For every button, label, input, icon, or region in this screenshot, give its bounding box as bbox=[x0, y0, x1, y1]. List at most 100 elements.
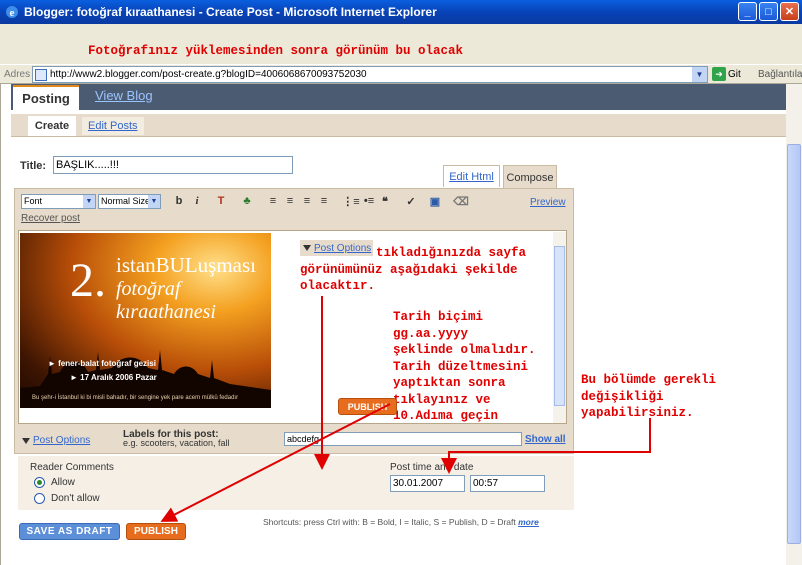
address-url: http://www2.blogger.com/post-create.g?bl… bbox=[50, 69, 367, 80]
save-as-draft-button[interactable]: SAVE AS DRAFT bbox=[19, 523, 120, 540]
text-color-icon[interactable]: T bbox=[214, 195, 228, 207]
remove-formatting-icon[interactable]: ⌫ bbox=[453, 195, 469, 208]
align-right-icon[interactable]: ≡ bbox=[300, 195, 314, 207]
image-bullet2: ► 17 Aralık 2006 Pazar bbox=[70, 373, 157, 382]
annotation-line: gg.aa.yyyy bbox=[393, 326, 469, 341]
numbered-list-icon[interactable]: ⋮≡ bbox=[342, 195, 360, 208]
window-controls: _ □ ✕ bbox=[738, 2, 799, 21]
annotation-line: görünümünüz aşağıdaki şekilde bbox=[300, 262, 518, 277]
minimize-button[interactable]: _ bbox=[738, 2, 757, 21]
address-label: Adres bbox=[4, 69, 31, 80]
annotation-line: Bu bölümde gerekli bbox=[581, 373, 717, 387]
image-title-line1: istanBULuşması bbox=[116, 253, 256, 277]
internet-explorer-icon: e bbox=[6, 6, 18, 19]
chevron-down-icon: ▼ bbox=[83, 195, 95, 208]
chevron-down-icon: ▼ bbox=[148, 195, 160, 208]
svg-text:e: e bbox=[10, 7, 15, 19]
image-number-text: 2. bbox=[70, 254, 106, 307]
italic-icon[interactable]: i bbox=[190, 195, 204, 207]
chevron-down-icon[interactable]: ▼ bbox=[692, 67, 707, 82]
scrollbar-thumb[interactable] bbox=[787, 144, 801, 544]
spellcheck-icon[interactable]: ✓ bbox=[404, 195, 418, 208]
allow-radio[interactable] bbox=[34, 477, 45, 488]
preview-link[interactable]: Preview bbox=[530, 197, 566, 208]
post-date-input[interactable] bbox=[390, 475, 465, 492]
maximize-button[interactable]: □ bbox=[759, 2, 778, 21]
size-select-value: Normal Size bbox=[101, 196, 151, 206]
image-bullet2-text: 17 Aralık 2006 Pazar bbox=[80, 373, 157, 382]
subtab-create[interactable]: Create bbox=[28, 116, 76, 136]
tab-edit-html[interactable]: Edit Html bbox=[443, 165, 500, 187]
editor-scrollbar[interactable] bbox=[553, 232, 566, 423]
recover-post-link[interactable]: Recover post bbox=[21, 213, 80, 224]
post-options-toggle-top[interactable]: Post Options bbox=[300, 240, 373, 256]
annotation-line: şeklinde olmalıdır. bbox=[393, 343, 536, 357]
link-icon[interactable]: ♣ bbox=[240, 195, 254, 207]
labels-hint: e.g. scooters, vacation, fall bbox=[123, 438, 230, 448]
justify-icon[interactable]: ≡ bbox=[317, 195, 331, 207]
editor-scrollbar-thumb[interactable] bbox=[554, 246, 565, 406]
tab-view-blog[interactable]: View Blog bbox=[95, 88, 153, 103]
window-title: Blogger: fotoğraf kıraathanesi - Create … bbox=[24, 5, 437, 19]
post-options-label: Post Options bbox=[314, 242, 372, 254]
reader-comments-label: Reader Comments bbox=[30, 462, 114, 473]
show-all-link[interactable]: Show all bbox=[525, 434, 566, 445]
close-button[interactable]: ✕ bbox=[780, 2, 799, 21]
divider bbox=[11, 136, 786, 137]
address-input[interactable]: http://www2.blogger.com/post-create.g?bl… bbox=[32, 66, 708, 83]
shortcuts-text: Shortcuts: press Ctrl with: B = Bold, I … bbox=[263, 517, 516, 527]
tab-posting[interactable]: Posting bbox=[13, 85, 79, 110]
triangle-down-icon bbox=[303, 245, 311, 251]
triangle-down-icon bbox=[22, 437, 30, 444]
post-title-input[interactable] bbox=[53, 156, 293, 174]
image-bullet1-text: fener-balat fotoğraf gezisi bbox=[58, 359, 156, 368]
post-time-label: Post time and date bbox=[390, 462, 474, 473]
allow-label: Allow bbox=[51, 477, 75, 488]
blockquote-icon[interactable]: ❝ bbox=[378, 195, 392, 208]
links-button[interactable]: Bağlantılar bbox=[758, 69, 802, 80]
annotation-line: değişikliği bbox=[581, 389, 664, 404]
annotation-line: Tarih düzeltmesini bbox=[393, 359, 529, 374]
annotation-line: 10.Adıma geçin bbox=[393, 409, 499, 423]
align-center-icon[interactable]: ≡ bbox=[283, 195, 297, 207]
annotation-top-note: Fotoğrafınız yüklemesinden sonra görünüm… bbox=[88, 44, 464, 58]
annotation-line: tıkladığınızda sayfa bbox=[376, 246, 527, 260]
font-select-value: Font bbox=[24, 196, 43, 206]
post-title-label: Title: bbox=[20, 160, 47, 172]
align-left-icon[interactable]: ≡ bbox=[266, 195, 280, 207]
post-time-input[interactable] bbox=[470, 475, 545, 492]
more-shortcuts-link[interactable]: more bbox=[518, 517, 539, 527]
publish-button-inline[interactable]: PUBLISH bbox=[338, 398, 397, 415]
shortcuts-hint: Shortcuts: press Ctrl with: B = Bold, I … bbox=[263, 517, 539, 527]
annotation-line: yaptıktan sonra bbox=[393, 376, 506, 390]
image-title-line2: fotoğraf kıraathanesi bbox=[116, 278, 216, 323]
dont-allow-option[interactable]: Don't allow bbox=[34, 493, 100, 504]
add-image-icon[interactable]: ▣ bbox=[428, 195, 442, 208]
bold-icon[interactable]: b bbox=[172, 195, 186, 207]
font-select[interactable]: Font ▼ bbox=[21, 194, 96, 209]
dont-allow-radio[interactable] bbox=[34, 493, 45, 504]
go-label: Git bbox=[728, 68, 741, 80]
window-titlebar: e Blogger: fotoğraf kıraathanesi - Creat… bbox=[0, 0, 802, 24]
annotation-line: olacaktır. bbox=[300, 279, 376, 293]
go-arrow-icon: ➜ bbox=[712, 67, 726, 81]
address-bar: Adres http://www2.blogger.com/post-creat… bbox=[0, 64, 802, 84]
size-select[interactable]: Normal Size ▼ bbox=[98, 194, 161, 209]
tab-compose[interactable]: Compose bbox=[503, 165, 557, 189]
go-button[interactable]: ➜ Git bbox=[712, 67, 741, 81]
annotation-date-format: Tarih biçimi gg.aa.yyyy şeklinde olmalıd… bbox=[393, 309, 536, 425]
page-icon bbox=[35, 68, 47, 81]
dont-allow-label: Don't allow bbox=[51, 493, 100, 504]
labels-input[interactable] bbox=[284, 432, 522, 446]
page-scrollbar[interactable] bbox=[786, 84, 802, 565]
post-options-toggle-bottom[interactable]: Post Options bbox=[22, 435, 90, 446]
image-caption: Bu şehr-i İstanbul ki bi misli bahadır, … bbox=[32, 395, 239, 401]
publish-button[interactable]: PUBLISH bbox=[126, 523, 186, 540]
uploaded-image[interactable]: 2. istanBULuşması fotoğraf kıraathanesi … bbox=[20, 233, 271, 408]
annotation-line: tıklayınız ve bbox=[393, 392, 491, 407]
subtab-edit-posts[interactable]: Edit Posts bbox=[82, 117, 144, 135]
bulleted-list-icon[interactable]: •≡ bbox=[361, 195, 377, 207]
annotation-line: Tarih biçimi bbox=[393, 310, 484, 324]
annotation-section: Bu bölümde gerekli değişikliği yapabilir… bbox=[581, 372, 716, 422]
allow-option[interactable]: Allow bbox=[34, 477, 75, 488]
